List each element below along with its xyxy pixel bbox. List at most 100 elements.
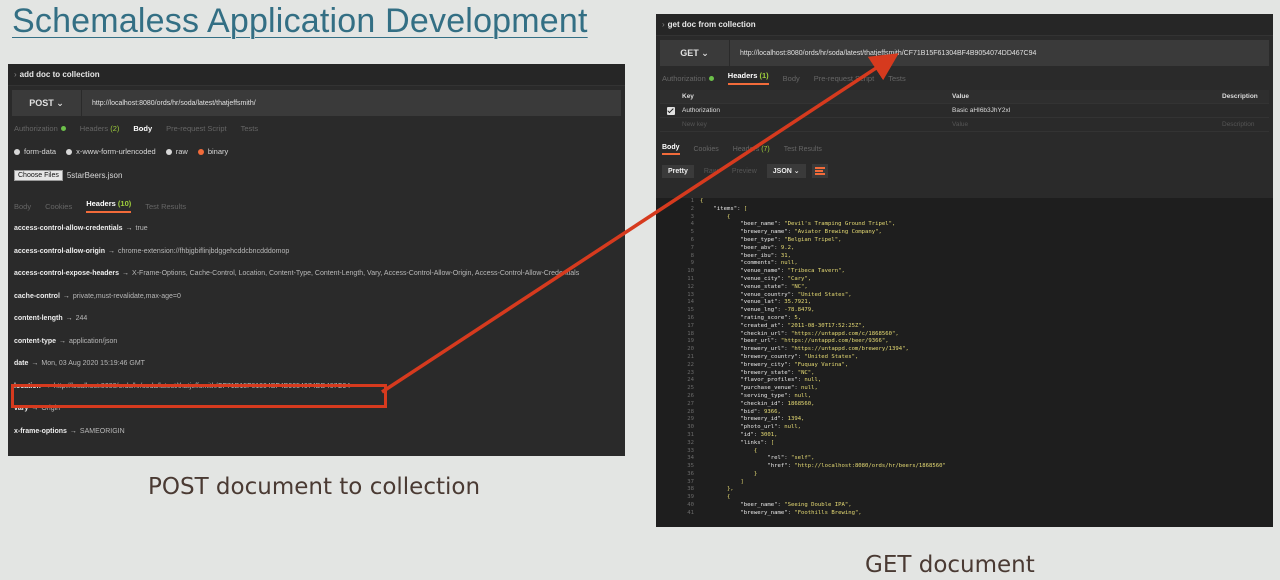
code-text: "brewery_name": "Aviator Brewing Company…	[740, 229, 882, 236]
method-select[interactable]: GET ⌄	[660, 40, 730, 66]
new-value-input[interactable]: Value	[952, 118, 1222, 131]
line-number: 6	[690, 236, 694, 243]
line-number: 41	[687, 509, 694, 516]
response-header-row: access-control-allow-credentials → true	[8, 218, 625, 241]
code-line: 28 "bid": 9366,	[656, 409, 1273, 417]
column-description: Description	[1222, 93, 1258, 100]
tab-resp-cookies[interactable]: Cookies	[694, 146, 719, 153]
line-number: 10	[687, 268, 694, 275]
line-number: 22	[687, 361, 694, 368]
tab-resp-body[interactable]: Body	[14, 202, 31, 211]
header-key: cache-control	[14, 292, 60, 300]
response-body-code: 1{2 "items": [3 {4 "beer_name": "Devil's…	[656, 198, 1273, 527]
choose-files-button[interactable]: Choose Files	[14, 169, 63, 181]
code-line: 35 "href": "http://localhost:8080/ords/h…	[656, 463, 1273, 471]
tab-resp-headers[interactable]: Headers (10)	[86, 199, 132, 213]
code-text: "beer_ibu": 31,	[740, 252, 791, 259]
arrow-right-icon: →	[62, 292, 70, 300]
code-text: "purchase_venue": null,	[740, 385, 818, 392]
response-header-row: date → Mon, 03 Aug 2020 15:19:46 GMT	[8, 353, 625, 376]
header-value: Mon, 03 Aug 2020 15:19:46 GMT	[41, 360, 145, 367]
request-header[interactable]: › add doc to collection	[8, 64, 625, 86]
response-header-row: access-control-expose-headers → X-Frame-Op…	[8, 263, 625, 286]
header-value: 244	[75, 315, 88, 322]
code-text: "serving_type": null,	[740, 392, 812, 399]
header-value: application/json	[69, 337, 118, 345]
tab-authorization[interactable]: Authorization	[14, 124, 66, 133]
request-header[interactable]: › get doc from collection	[656, 14, 1273, 36]
tab-headers[interactable]: Headers (2)	[80, 124, 120, 133]
code-line: 22 "brewery_city": "Fuquay Varina",	[656, 362, 1273, 370]
tab-headers[interactable]: Headers (1)	[727, 71, 769, 85]
table-row-new: New key Value Description	[660, 118, 1269, 132]
line-number: 12	[687, 283, 694, 290]
code-text: "brewery_country": "United States",	[740, 353, 859, 360]
radio-raw[interactable]: raw	[165, 147, 188, 156]
radio-binary[interactable]: binary	[197, 147, 228, 156]
new-description-input[interactable]: Description	[1222, 118, 1269, 131]
code-text: "photo_url": null,	[740, 424, 802, 431]
tab-pre-request-script[interactable]: Pre-request Script	[166, 124, 226, 133]
line-number: 20	[687, 346, 694, 353]
raw-button[interactable]: Raw	[700, 165, 722, 178]
code-text: "brewery_id": 1394,	[740, 416, 805, 423]
new-key-input[interactable]: New key	[682, 118, 952, 131]
post-request-panel: › add doc to collection POST ⌄ http://loc…	[8, 64, 625, 456]
code-line: 34 "rel": "self",	[656, 455, 1273, 463]
url-input[interactable]: http://localhost:8080/ords/hr/soda/lates…	[730, 50, 1036, 57]
wrap-lines-icon[interactable]	[811, 164, 828, 178]
preview-button[interactable]: Preview	[728, 165, 761, 178]
line-number: 1	[690, 198, 694, 204]
tab-resp-cookies[interactable]: Cookies	[45, 202, 72, 211]
pretty-button[interactable]: Pretty	[662, 164, 694, 178]
tab-tests[interactable]: Tests	[241, 124, 259, 133]
header-value-cell[interactable]: Basic aHI6b3JhY2xl	[952, 104, 1222, 117]
radio-form-data[interactable]: form-data	[14, 147, 56, 156]
tab-resp-test-results[interactable]: Test Results	[145, 202, 186, 211]
tab-body[interactable]: Body	[783, 74, 800, 83]
line-number: 16	[687, 314, 694, 321]
response-header-row: content-length → 244	[8, 308, 625, 331]
line-number: 3	[690, 213, 694, 220]
header-enabled-checkbox[interactable]	[667, 106, 675, 115]
caption-get: GET document	[865, 552, 1035, 578]
code-line: 1{	[656, 198, 1273, 206]
arrow-right-icon: →	[125, 225, 133, 232]
code-line: 5 "brewery_name": "Aviator Brewing Compa…	[656, 229, 1273, 237]
tab-tests[interactable]: Tests	[888, 74, 906, 83]
response-tabs: Body Cookies Headers (10) Test Results	[8, 194, 625, 218]
code-text: "checkin_id": 1868560,	[740, 400, 815, 407]
header-key-cell[interactable]: Authorization	[682, 104, 952, 117]
code-line: 7 "beer_abv": 9.2,	[656, 245, 1273, 253]
tab-pre-request-script[interactable]: Pre-request Script	[814, 74, 874, 83]
arrow-right-icon: →	[59, 337, 66, 345]
tab-body[interactable]: Body	[133, 124, 152, 133]
code-text: ]	[700, 478, 744, 485]
header-desc-cell[interactable]	[1222, 104, 1269, 117]
line-number: 25	[687, 385, 694, 392]
tab-resp-headers[interactable]: Headers (7)	[733, 146, 770, 153]
tab-resp-body[interactable]: Body	[662, 144, 680, 155]
header-key: access-control-allow-credentials	[14, 225, 123, 232]
format-select[interactable]: JSON ⌄	[766, 164, 806, 178]
file-name: 5starBeers.json	[66, 170, 123, 180]
url-input[interactable]: http://localhost:8080/ords/hr/soda/lates…	[82, 100, 256, 107]
code-line: 20 "brewery_url": "https://untappd.com/b…	[656, 346, 1273, 354]
code-text: "brewery_state": "NC",	[740, 369, 815, 376]
line-number: 4	[690, 221, 694, 228]
code-text: "venue_city": "Cary",	[740, 275, 812, 282]
tab-resp-test-results[interactable]: Test Results	[784, 146, 822, 153]
tab-authorization[interactable]: Authorization	[662, 74, 714, 83]
method-select[interactable]: POST ⌄	[12, 90, 82, 116]
line-number: 5	[690, 229, 694, 236]
line-number: 34	[687, 455, 694, 462]
radio-urlencoded[interactable]: x-www-form-urlencoded	[66, 147, 156, 156]
code-line: 41 "brewery_name": "Foothills Brewing",	[656, 510, 1273, 518]
line-number: 37	[687, 478, 694, 485]
status-dot	[60, 126, 66, 132]
header-value: X-Frame-Options, Cache-Control, Location…	[132, 270, 580, 277]
line-number: 17	[687, 322, 694, 329]
request-tabs: Authorization Headers (1) Body Pre-reque…	[656, 66, 1273, 90]
line-number: 35	[687, 463, 694, 470]
line-number: 19	[687, 338, 694, 345]
